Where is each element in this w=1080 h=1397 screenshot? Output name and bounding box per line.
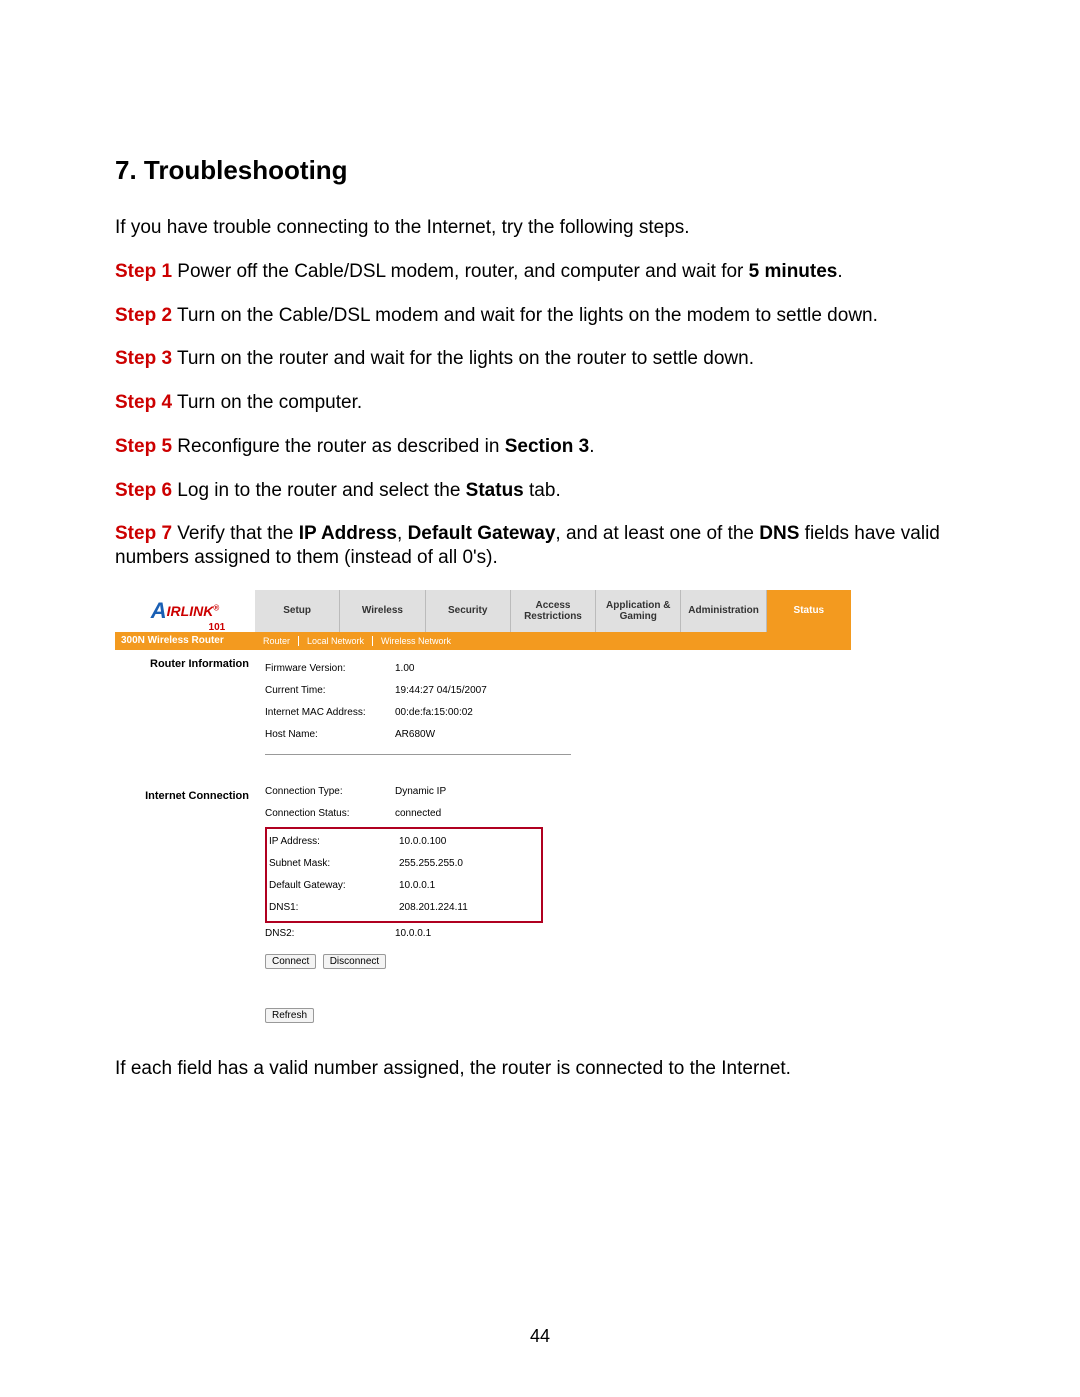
row-subnet-mask: Subnet Mask:255.255.255.0 xyxy=(269,853,539,875)
row-dns1: DNS1:208.201.224.11 xyxy=(269,897,539,919)
step-7: Step 7 Verify that the IP Address, Defau… xyxy=(115,522,965,570)
tab-application-gaming[interactable]: Application & Gaming xyxy=(596,590,681,632)
step-2: Step 2 Turn on the Cable/DSL modem and w… xyxy=(115,304,965,328)
row-current-time: Current Time:19:44:27 04/15/2007 xyxy=(265,680,851,702)
tab-status[interactable]: Status xyxy=(767,590,851,632)
section-router-information: Router Information xyxy=(115,658,255,670)
subtab-wireless-network[interactable]: Wireless Network xyxy=(373,636,459,646)
main-tabs: Setup Wireless Security Access Restricti… xyxy=(255,590,851,632)
row-internet-mac: Internet MAC Address:00:de:fa:15:00:02 xyxy=(265,702,851,724)
router-status-screenshot: AIRLINK® 101 Setup Wireless Security Acc… xyxy=(115,590,851,1037)
subtab-local-network[interactable]: Local Network xyxy=(299,636,373,646)
row-firmware-version: Firmware Version:1.00 xyxy=(265,658,851,680)
step-6: Step 6 Log in to the router and select t… xyxy=(115,479,965,503)
step-5: Step 5 Reconfigure the router as describ… xyxy=(115,435,965,459)
tab-administration[interactable]: Administration xyxy=(681,590,766,632)
row-connection-type: Connection Type:Dynamic IP xyxy=(265,781,851,803)
row-dns2: DNS2:10.0.0.1 xyxy=(265,923,851,945)
tab-wireless[interactable]: Wireless xyxy=(340,590,425,632)
router-body: Router Information Internet Connection F… xyxy=(115,650,851,1037)
section-internet-connection: Internet Connection xyxy=(115,790,255,802)
step-4: Step 4 Turn on the computer. xyxy=(115,391,965,415)
step-3: Step 3 Turn on the router and wait for t… xyxy=(115,347,965,371)
subtab-router[interactable]: Router xyxy=(255,636,299,646)
row-ip-address: IP Address:10.0.0.100 xyxy=(269,831,539,853)
refresh-button[interactable]: Refresh xyxy=(265,1008,314,1023)
step-1: Step 1 Power off the Cable/DSL modem, ro… xyxy=(115,260,965,284)
connect-button[interactable]: Connect xyxy=(265,954,316,969)
row-host-name: Host Name:AR680W xyxy=(265,724,851,746)
tab-security[interactable]: Security xyxy=(426,590,511,632)
closing-text: If each field has a valid number assigne… xyxy=(115,1057,965,1081)
tab-access-restrictions[interactable]: Access Restrictions xyxy=(511,590,596,632)
row-connection-status: Connection Status:connected xyxy=(265,803,851,825)
model-label: 300N Wireless Router xyxy=(115,635,255,646)
page-title: 7. Troubleshooting xyxy=(115,155,965,186)
row-default-gateway: Default Gateway:10.0.0.1 xyxy=(269,875,539,897)
tab-setup[interactable]: Setup xyxy=(255,590,340,632)
router-header: AIRLINK® 101 Setup Wireless Security Acc… xyxy=(115,590,851,632)
disconnect-button[interactable]: Disconnect xyxy=(323,954,386,969)
page-number: 44 xyxy=(0,1326,1080,1347)
highlighted-network-fields: IP Address:10.0.0.100 Subnet Mask:255.25… xyxy=(265,827,543,923)
airlink-logo: AIRLINK® 101 xyxy=(115,590,255,632)
sub-nav-bar: 300N Wireless Router Router Local Networ… xyxy=(115,632,851,650)
intro-text: If you have trouble connecting to the In… xyxy=(115,216,965,240)
